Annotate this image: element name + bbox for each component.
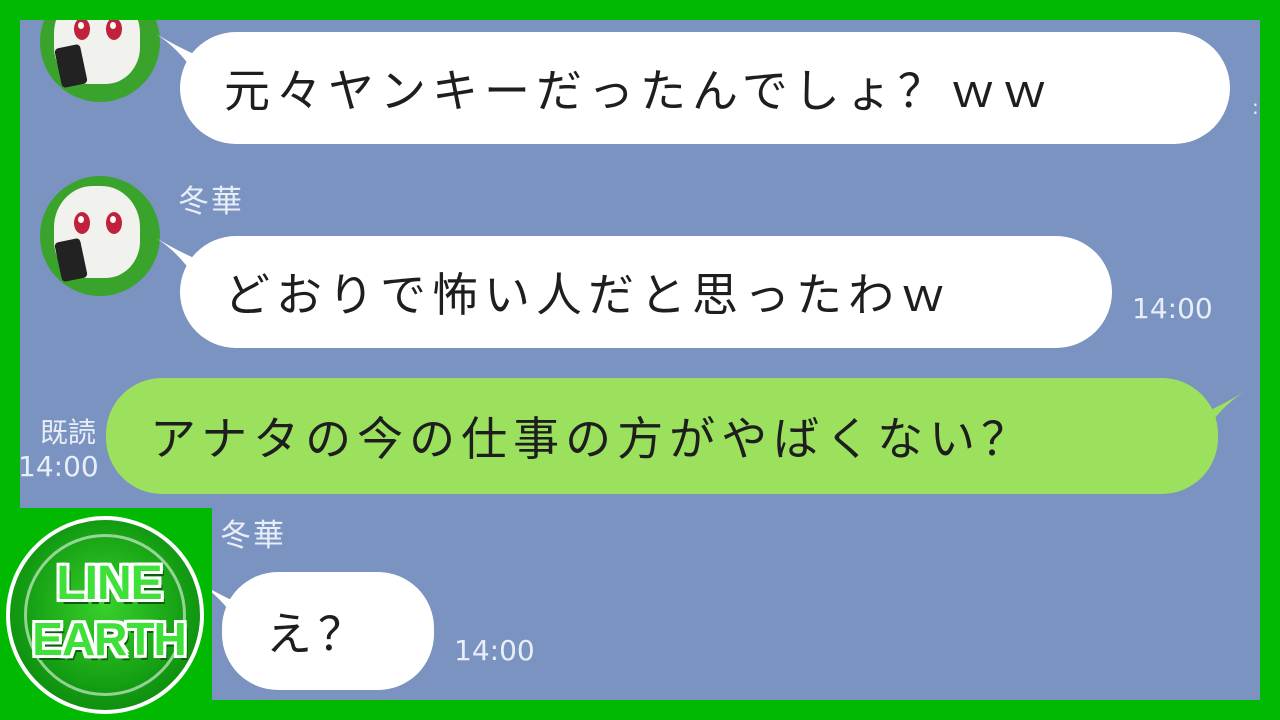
message-text: え？ bbox=[266, 607, 370, 661]
message-text: どおりで怖い人だと思ったわｗ bbox=[224, 268, 952, 322]
avatar-eye bbox=[74, 212, 90, 234]
timestamp: 14:00 bbox=[1132, 292, 1213, 325]
avatar-eye bbox=[106, 212, 122, 234]
read-label: 既読 bbox=[39, 416, 96, 449]
timestamp: 14:00 bbox=[454, 634, 535, 667]
sender-name: 冬華 bbox=[178, 184, 244, 220]
line-earth-logo-icon: LINE EARTH bbox=[6, 516, 204, 714]
avatar[interactable] bbox=[40, 20, 160, 102]
message-bubble[interactable]: アナタの今の仕事の方がやばくない？ bbox=[106, 378, 1218, 494]
message-bubble[interactable]: 元々ヤンキーだったんでしょ？ｗｗ bbox=[180, 32, 1230, 144]
logo-text-line2: EARTH bbox=[32, 613, 186, 665]
message-bubble[interactable]: え？ bbox=[222, 572, 434, 690]
message-text: 元々ヤンキーだったんでしょ？ｗｗ bbox=[224, 64, 1054, 118]
message-bubble[interactable]: どおりで怖い人だと思ったわｗ bbox=[180, 236, 1112, 348]
message-text: アナタの今の仕事の方がやばくない？ bbox=[150, 412, 1034, 466]
timestamp: 14:00 bbox=[20, 450, 99, 483]
edge-mark: : bbox=[1252, 95, 1259, 119]
read-receipt: 既読 14:00 bbox=[20, 416, 99, 484]
avatar[interactable] bbox=[40, 176, 160, 296]
sender-name: 冬華 bbox=[220, 518, 286, 554]
bubble-tail bbox=[1206, 392, 1244, 430]
logo-text-line1: LINE bbox=[56, 557, 162, 610]
line-earth-logo: LINE EARTH bbox=[0, 508, 212, 720]
